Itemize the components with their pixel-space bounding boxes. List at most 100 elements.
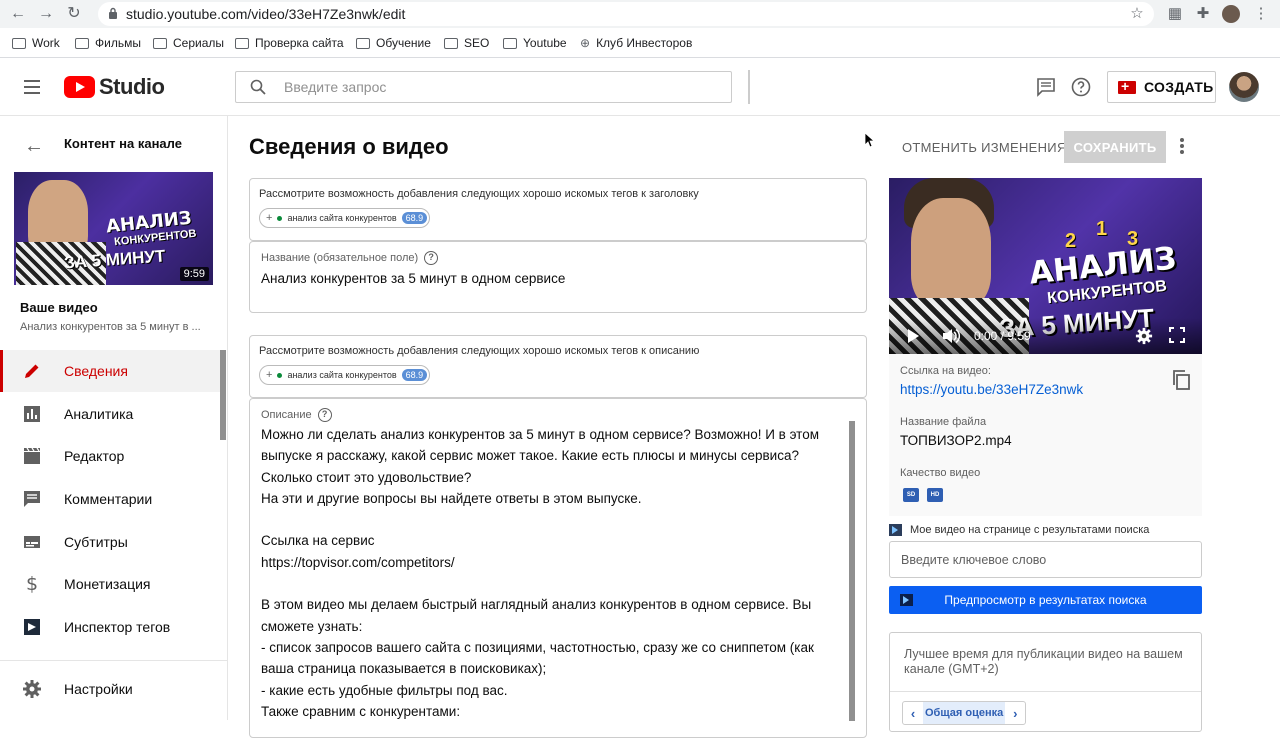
menu-dots-icon[interactable]: ⋮ bbox=[1252, 5, 1270, 23]
back-icon[interactable]: ← bbox=[8, 4, 28, 24]
podium-number: 2 bbox=[1065, 230, 1077, 252]
tag-score-badge: 68.9 bbox=[401, 369, 428, 381]
play-icon[interactable] bbox=[908, 329, 919, 343]
tag-score-badge: 68.9 bbox=[401, 212, 428, 224]
browser-toolbar: ← → ↻ studio.youtube.com/video/33eH7Ze3n… bbox=[0, 0, 1280, 28]
help-icon[interactable] bbox=[1071, 77, 1091, 97]
chevron-left-icon[interactable]: ‹ bbox=[903, 706, 923, 721]
sidebar-item-analytics[interactable]: Аналитика bbox=[0, 393, 220, 435]
save-button[interactable]: СОХРАНИТЬ bbox=[1064, 131, 1166, 163]
forward-icon[interactable]: → bbox=[36, 4, 56, 24]
your-video-label: Ваше видео bbox=[20, 300, 98, 315]
tag-chip[interactable]: + анализ сайта конкурентов 68.9 bbox=[259, 365, 431, 385]
keyword-input[interactable] bbox=[889, 541, 1202, 578]
lock-icon bbox=[109, 7, 117, 19]
description-textarea[interactable]: Можно ли сделать анализ конкурентов за 5… bbox=[261, 424, 841, 722]
folder-icon bbox=[444, 37, 458, 49]
tag-chip-label: анализ сайта конкурентов bbox=[287, 370, 397, 380]
help-icon[interactable]: ? bbox=[317, 408, 332, 422]
bookmark-item[interactable]: Сериалы bbox=[153, 36, 224, 50]
search-icon bbox=[250, 79, 266, 95]
discard-changes-button[interactable]: ОТМЕНИТЬ ИЗМЕНЕНИЯ bbox=[894, 131, 1075, 163]
tag-chip[interactable]: + анализ сайта конкурентов 68.9 bbox=[259, 208, 431, 228]
help-icon[interactable]: ? bbox=[424, 251, 439, 265]
player-face bbox=[911, 198, 991, 308]
bookmark-item[interactable]: SEO bbox=[444, 36, 489, 50]
sidebar-item-editor[interactable]: Редактор bbox=[0, 435, 220, 477]
back-arrow-icon[interactable]: ← bbox=[24, 135, 44, 158]
bookmark-item[interactable]: Проверка сайта bbox=[235, 36, 344, 50]
bookmark-item[interactable]: Work bbox=[12, 36, 60, 50]
folder-icon bbox=[503, 37, 517, 49]
folder-icon bbox=[75, 37, 89, 49]
rating-label: Общая оценка bbox=[923, 702, 1006, 724]
feedback-icon[interactable] bbox=[1036, 77, 1056, 97]
bookmark-item[interactable]: Youtube bbox=[503, 36, 567, 50]
volume-icon[interactable] bbox=[942, 328, 960, 344]
copy-icon[interactable] bbox=[1172, 370, 1190, 390]
extension-icon[interactable]: ▦ bbox=[1166, 5, 1184, 23]
hamburger-menu-icon[interactable] bbox=[24, 80, 40, 94]
avatar[interactable] bbox=[1229, 72, 1259, 102]
title-field-label: Название (обязательное поле)? bbox=[261, 251, 439, 265]
gear-icon bbox=[23, 680, 41, 698]
description-scrollbar[interactable] bbox=[849, 421, 855, 721]
divider bbox=[0, 660, 228, 661]
quality-label: Качество видео bbox=[900, 467, 981, 479]
sidebar-item-settings[interactable]: Настройки bbox=[0, 668, 220, 710]
description-field-label: Описание? bbox=[261, 408, 332, 422]
description-field[interactable]: Описание? Можно ли сделать анализ конкур… bbox=[249, 398, 867, 738]
sidebar-item-monetization[interactable]: $ Монетизация bbox=[0, 563, 220, 605]
tag-inspector-icon bbox=[24, 619, 40, 635]
video-title-short: Анализ конкурентов за 5 минут в ... bbox=[20, 321, 201, 333]
puzzle-icon[interactable]: ✚ bbox=[1194, 5, 1212, 23]
folder-icon bbox=[12, 37, 26, 49]
bookmark-item[interactable]: Фильмы bbox=[75, 36, 141, 50]
comment-icon bbox=[24, 491, 40, 507]
studio-header: Studio СОЗДАТЬ bbox=[0, 58, 1280, 116]
bookmark-item[interactable]: Обучение bbox=[356, 36, 431, 50]
star-icon[interactable]: ☆ bbox=[1128, 5, 1146, 23]
pencil-icon bbox=[25, 364, 39, 378]
video-thumbnail[interactable]: АНАЛИЗ КОНКУРЕНТОВ ЗА 5 МИНУТ 9:59 bbox=[14, 172, 213, 285]
sidebar-scrollbar[interactable] bbox=[220, 350, 226, 440]
profile-icon[interactable] bbox=[1222, 5, 1240, 23]
video-link[interactable]: https://youtu.be/33eH7Ze3nwk bbox=[900, 382, 1083, 397]
channel-content-title[interactable]: Контент на канале bbox=[64, 136, 182, 151]
podium-number: 1 bbox=[1096, 218, 1108, 240]
chevron-right-icon[interactable]: › bbox=[1005, 706, 1025, 721]
video-info-panel: Ссылка на видео: https://youtu.be/33eH7Z… bbox=[889, 354, 1202, 516]
more-options-icon[interactable] bbox=[1180, 138, 1186, 156]
youtube-logo-icon[interactable] bbox=[64, 76, 95, 98]
search-box[interactable] bbox=[235, 71, 732, 103]
best-publish-time-panel: Лучшее время для публикации видео на ваш… bbox=[889, 632, 1202, 732]
rating-selector[interactable]: ‹ Общая оценка › bbox=[902, 701, 1027, 725]
studio-logo-text[interactable]: Studio bbox=[99, 74, 165, 100]
settings-icon[interactable] bbox=[1135, 327, 1153, 345]
player-time: 0:00 / 9:59 bbox=[974, 329, 1031, 343]
dollar-icon: $ bbox=[25, 573, 39, 595]
bookmarks-bar: Work Фильмы Сериалы Проверка сайта Обуче… bbox=[0, 28, 1280, 58]
bookmark-item[interactable]: ⊕ Клуб Инвесторов bbox=[580, 36, 692, 50]
sidebar-item-tag-inspector[interactable]: Инспектор тегов bbox=[0, 606, 220, 648]
subtitles-icon bbox=[24, 536, 40, 548]
sidebar-item-subtitles[interactable]: Субтитры bbox=[0, 521, 220, 563]
sidebar-item-comments[interactable]: Комментарии bbox=[0, 478, 220, 520]
title-input-value[interactable]: Анализ конкурентов за 5 минут в одном се… bbox=[261, 271, 565, 286]
reload-icon[interactable]: ↻ bbox=[64, 4, 84, 24]
file-name-value: ТОПВИЗОР2.mp4 bbox=[900, 433, 1012, 448]
fullscreen-icon[interactable] bbox=[1169, 327, 1185, 343]
create-button[interactable]: СОЗДАТЬ bbox=[1107, 71, 1216, 103]
divider bbox=[890, 691, 1201, 692]
search-input[interactable] bbox=[284, 72, 714, 102]
video-camera-icon bbox=[1118, 78, 1136, 94]
description-tag-hint: Рассмотрите возможность добавления следу… bbox=[249, 335, 867, 398]
sidebar-item-details[interactable]: Сведения bbox=[0, 350, 220, 392]
video-player[interactable]: 2 1 3 АНАЛИЗ КОНКУРЕНТОВ ЗА 5 МИНУТ 0:00… bbox=[889, 178, 1202, 354]
folder-icon bbox=[235, 37, 249, 49]
search-preview-button[interactable]: Предпросмотр в результатах поиска bbox=[889, 586, 1202, 614]
title-field[interactable]: Название (обязательное поле)? Анализ кон… bbox=[249, 241, 867, 313]
folder-icon bbox=[356, 37, 370, 49]
address-bar[interactable]: studio.youtube.com/video/33eH7Ze3nwk/edi… bbox=[98, 2, 1154, 26]
folder-icon bbox=[153, 37, 167, 49]
